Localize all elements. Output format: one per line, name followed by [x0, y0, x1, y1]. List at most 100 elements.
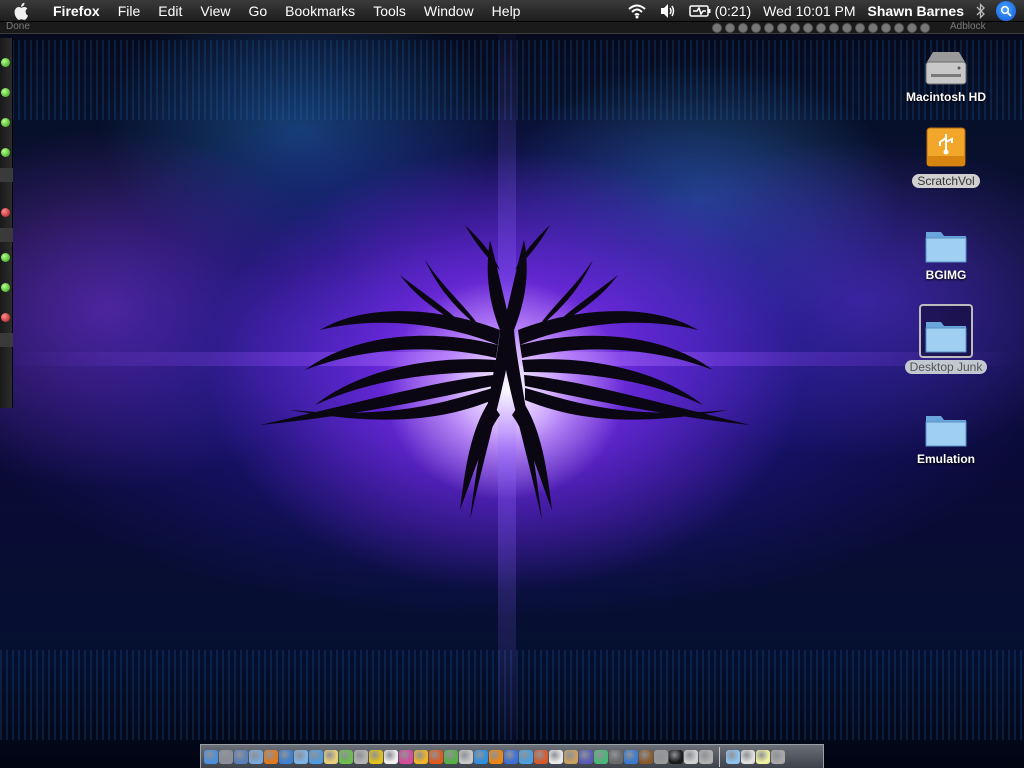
status-button[interactable]: [816, 23, 826, 33]
desktop-icon-label: Macintosh HD: [905, 90, 986, 104]
status-button[interactable]: [725, 23, 735, 33]
dock-icon-vlc[interactable]: [489, 749, 503, 764]
dock-icon-home[interactable]: [741, 749, 755, 764]
adblock-label[interactable]: Adblock: [950, 21, 986, 32]
folder-icon: [920, 398, 972, 450]
spotlight-button[interactable]: [996, 1, 1016, 21]
menu-window[interactable]: Window: [415, 0, 483, 22]
dock-icon-clapper[interactable]: [504, 749, 518, 764]
menu-edit[interactable]: Edit: [149, 0, 191, 22]
menu-tools[interactable]: Tools: [364, 0, 415, 22]
menu-extras: (0:21) Wed 10:01 PM Shawn Barnes: [621, 0, 1024, 22]
dock-icon-scanner[interactable]: [699, 749, 713, 764]
dock-icon-pencil[interactable]: [414, 749, 428, 764]
user-menu[interactable]: Shawn Barnes: [862, 0, 970, 22]
desktop-icon-emulation[interactable]: Emulation: [894, 398, 998, 468]
usb-drive-icon: [920, 120, 972, 172]
dock: [200, 744, 824, 768]
dock-icon-network[interactable]: [249, 749, 263, 764]
volume-status[interactable]: [653, 0, 683, 22]
dock-icon-ichat[interactable]: [309, 749, 323, 764]
dock-icon-script[interactable]: [459, 749, 473, 764]
clock[interactable]: Wed 10:01 PM: [757, 0, 861, 22]
dock-icon-nvu[interactable]: [579, 749, 593, 764]
status-button[interactable]: [712, 23, 722, 33]
dock-icon-calendar[interactable]: [549, 749, 563, 764]
status-button[interactable]: [777, 23, 787, 33]
dock-icon-bittorrent[interactable]: [339, 749, 353, 764]
status-button[interactable]: [842, 23, 852, 33]
status-led-green: [1, 88, 10, 97]
dock-icon-paint[interactable]: [534, 749, 548, 764]
status-button[interactable]: [829, 23, 839, 33]
battery-time: (0:21): [714, 3, 752, 19]
tribal-wings-artwork: [260, 225, 750, 520]
dock-icon-maps[interactable]: [444, 749, 458, 764]
dock-icon-preview[interactable]: [234, 749, 248, 764]
dock-icon-system-prefs[interactable]: [219, 749, 233, 764]
dock-icon-folder[interactable]: [726, 749, 740, 764]
status-button[interactable]: [881, 23, 891, 33]
dock-separator: [719, 746, 720, 767]
menu-bookmarks[interactable]: Bookmarks: [276, 0, 364, 22]
dock-icon-utilities[interactable]: [654, 749, 668, 764]
status-button[interactable]: [790, 23, 800, 33]
dock-icon-disc[interactable]: [369, 749, 383, 764]
dock-icon-flower[interactable]: [399, 749, 413, 764]
dock-icon-mail[interactable]: [294, 749, 308, 764]
dock-icon-games[interactable]: [594, 749, 608, 764]
bluetooth-icon: [976, 3, 985, 19]
status-button[interactable]: [764, 23, 774, 33]
status-button[interactable]: [907, 23, 917, 33]
bluetooth-status[interactable]: [970, 0, 992, 22]
desktop-icon-scratchvol[interactable]: ScratchVol: [894, 120, 998, 190]
menu-bar: Firefox File Edit View Go Bookmarks Tool…: [0, 0, 1024, 22]
menu-file[interactable]: File: [109, 0, 150, 22]
dock-icon-notes[interactable]: [324, 749, 338, 764]
dock-icon-network-2[interactable]: [519, 749, 533, 764]
dock-icon-star[interactable]: [384, 749, 398, 764]
desktop-icon-label: ScratchVol: [912, 174, 980, 188]
apple-menu[interactable]: [0, 0, 44, 22]
status-button[interactable]: [751, 23, 761, 33]
widget-divider: [0, 168, 13, 182]
menu-help[interactable]: Help: [483, 0, 530, 22]
menu-view[interactable]: View: [191, 0, 239, 22]
desktop-icon-desktop-junk[interactable]: Desktop Junk: [894, 304, 998, 376]
desktop-icon-bgimg[interactable]: BGIMG: [894, 214, 998, 284]
dock-icon-transmit[interactable]: [429, 749, 443, 764]
dock-icon-guitar[interactable]: [639, 749, 653, 764]
status-button[interactable]: [738, 23, 748, 33]
menu-app-name[interactable]: Firefox: [44, 0, 109, 22]
status-led-green: [1, 148, 10, 157]
widget-divider: [0, 333, 13, 347]
menu-go[interactable]: Go: [239, 0, 276, 22]
desktop-icon-label: BGIMG: [925, 268, 967, 282]
dock-icon-firefox[interactable]: [264, 749, 278, 764]
clock-text: Wed 10:01 PM: [763, 3, 856, 19]
status-button[interactable]: [894, 23, 904, 33]
status-button[interactable]: [803, 23, 813, 33]
dock-icon-photo[interactable]: [684, 749, 698, 764]
hard-drive-icon: [920, 36, 972, 88]
status-button[interactable]: [868, 23, 878, 33]
status-led-red: [1, 313, 10, 322]
wifi-status[interactable]: [621, 0, 653, 22]
folder-icon: [920, 214, 972, 266]
desktop-icon-macintosh-hd[interactable]: Macintosh HD: [894, 36, 998, 106]
status-text: Done: [6, 21, 30, 32]
dock-icon-finder[interactable]: [204, 749, 218, 764]
status-button[interactable]: [855, 23, 865, 33]
dock-icon-terminal[interactable]: [669, 749, 683, 764]
dock-icon-pin[interactable]: [609, 749, 623, 764]
dock-icon-headphones[interactable]: [354, 749, 368, 764]
battery-status[interactable]: (0:21): [683, 0, 758, 22]
dock-icon-lightbulb[interactable]: [756, 749, 770, 764]
dock-icon-addressbook[interactable]: [564, 749, 578, 764]
dock-icon-finder-2[interactable]: [279, 749, 293, 764]
dock-icon-trash[interactable]: [771, 749, 785, 764]
dock-icon-camera[interactable]: [624, 749, 638, 764]
apple-logo-icon: [14, 2, 28, 20]
status-button[interactable]: [920, 23, 930, 33]
dock-icon-safari[interactable]: [474, 749, 488, 764]
